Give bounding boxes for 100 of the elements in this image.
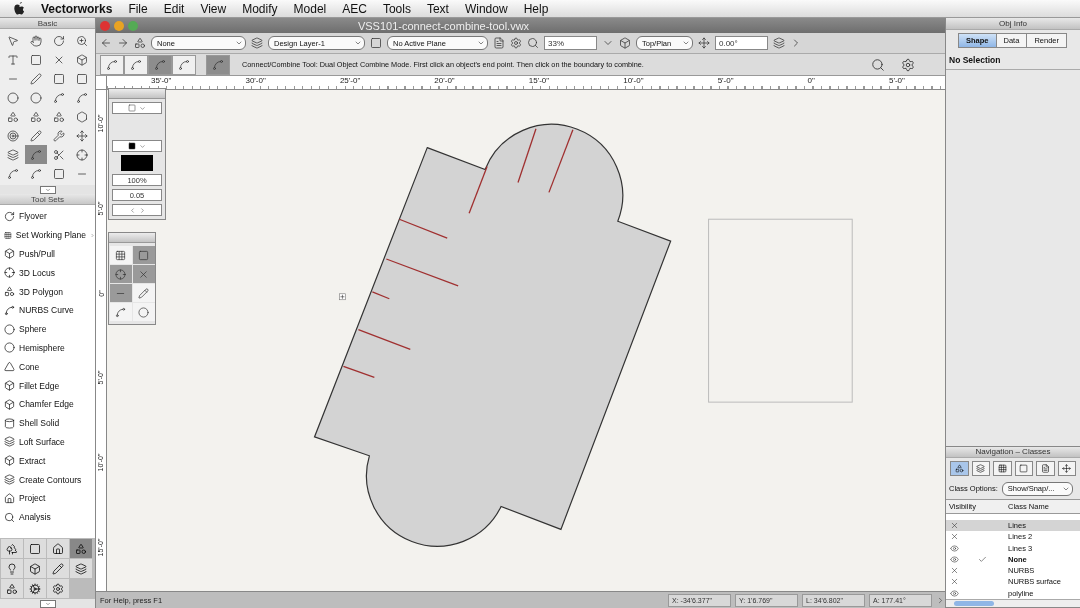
tool-set-button[interactable] — [47, 559, 69, 578]
square-icon — [53, 167, 65, 180]
move-icon — [1062, 463, 1072, 473]
house-icon — [52, 542, 64, 555]
square-icon — [128, 142, 136, 150]
tool-set-item[interactable]: NURBS Curve — [0, 301, 95, 320]
tool-set-item[interactable]: Fillet Edge — [0, 376, 95, 395]
mode-button[interactable] — [148, 54, 172, 75]
tool-set-item[interactable]: Analysis — [0, 507, 95, 527]
tool-set-item[interactable]: Cone — [0, 357, 95, 377]
mode-button[interactable] — [100, 54, 124, 75]
menu-item[interactable]: Tools — [382, 1, 411, 16]
tool-set-item[interactable]: Project — [0, 488, 95, 508]
angle-field[interactable]: 0.00° — [715, 36, 768, 50]
scrollbar-thumb[interactable] — [954, 600, 994, 606]
tool-set-item[interactable]: Flyover — [0, 207, 95, 226]
navigation-tab[interactable] — [950, 460, 969, 476]
snap-button[interactable] — [132, 246, 155, 264]
snap-button[interactable] — [132, 284, 155, 302]
navigation-tab[interactable] — [993, 460, 1012, 476]
navigation-tab[interactable] — [971, 460, 990, 476]
tool-set-item[interactable]: Sphere — [0, 319, 95, 339]
menu-item[interactable]: File — [128, 1, 148, 16]
tool-set-button[interactable] — [70, 539, 92, 558]
curve-icon — [115, 306, 126, 318]
zoom-icon — [76, 34, 88, 47]
menu-item[interactable]: Model — [293, 1, 327, 16]
collapse-button[interactable] — [39, 599, 56, 608]
snap-button[interactable] — [132, 265, 155, 283]
tool-set-item[interactable]: Set Working Plane — [0, 225, 95, 245]
app-menu[interactable]: Vectorworks — [41, 1, 113, 16]
option-button[interactable] — [206, 54, 230, 75]
tool-button[interactable] — [25, 145, 47, 164]
color-swatch[interactable] — [121, 155, 153, 171]
menu-item[interactable]: Modify — [242, 1, 278, 16]
palette-title-bar[interactable] — [109, 89, 165, 99]
tool-set-item[interactable]: Chamfer Edge — [0, 394, 95, 414]
gear-icon — [29, 582, 41, 595]
triangle-icon — [4, 361, 15, 373]
tool-set-button[interactable] — [47, 579, 69, 598]
window-title: VSS101-connect-combine-tool.vwx — [356, 19, 531, 32]
menu-item[interactable]: Text — [426, 1, 449, 16]
tool-set-button[interactable] — [24, 559, 46, 578]
snap-button[interactable] — [109, 246, 132, 264]
navigation-tab[interactable] — [1057, 460, 1076, 476]
cube-icon — [29, 562, 41, 575]
tool-set-button[interactable] — [70, 559, 92, 578]
selection-status: No Selection — [946, 51, 1080, 70]
menu-item[interactable]: Help — [523, 1, 549, 16]
palette-title: Navigation – Classes — [946, 447, 1080, 458]
layers-icon — [251, 37, 263, 49]
tool-set-item[interactable]: Create Contours — [0, 470, 95, 489]
pen-style-dropdown[interactable] — [112, 140, 162, 152]
square-icon — [128, 104, 136, 112]
curve-icon — [130, 58, 142, 71]
apple-logo-icon[interactable] — [14, 2, 25, 15]
pointer-icon — [7, 34, 19, 47]
bulb-icon — [6, 562, 18, 575]
mode-button[interactable] — [172, 54, 196, 75]
gear-icon — [510, 37, 522, 49]
wrench-icon — [53, 129, 65, 142]
snap-button[interactable] — [109, 303, 132, 321]
tool-set-item[interactable]: 3D Polygon — [0, 282, 95, 301]
menu-item[interactable]: AEC — [342, 1, 367, 16]
move-icon — [698, 37, 710, 49]
menu-item[interactable]: Edit — [163, 1, 185, 16]
tool-set-item[interactable]: Push/Pull — [0, 244, 95, 264]
hand-icon — [30, 34, 42, 47]
navigation-tab[interactable] — [1036, 460, 1055, 476]
tool-set-button[interactable] — [1, 559, 23, 578]
tool-set-button[interactable] — [24, 579, 46, 598]
crosshair-icon — [115, 268, 126, 280]
minimize-button[interactable] — [114, 20, 124, 31]
tool-set-button[interactable] — [1, 579, 23, 598]
tool-set-item[interactable]: 3D Locus — [0, 263, 95, 283]
palette-title-bar[interactable] — [109, 233, 155, 243]
snap-button[interactable] — [132, 303, 155, 321]
tool-set-button[interactable] — [47, 539, 69, 558]
arrowhead-control[interactable] — [112, 204, 162, 216]
target-icon — [7, 129, 19, 142]
grid-icon — [997, 463, 1007, 473]
tool-set-button[interactable] — [1, 539, 23, 558]
navigation-tab[interactable] — [1014, 460, 1033, 476]
snap-button[interactable] — [109, 265, 132, 283]
tool-set-item[interactable]: Hemisphere — [0, 338, 95, 358]
text-icon — [7, 53, 19, 66]
fill-style-dropdown[interactable] — [112, 102, 162, 114]
collapse-button[interactable] — [39, 185, 56, 194]
move-icon — [76, 129, 88, 142]
tool-set-button[interactable] — [24, 539, 46, 558]
tool-set-item[interactable]: Shell Solid — [0, 413, 95, 433]
menu-item[interactable]: View — [200, 1, 227, 16]
menu-item[interactable]: Window — [464, 1, 508, 16]
zoom-field[interactable]: 33% — [544, 36, 597, 50]
circle-icon — [7, 91, 19, 104]
layers-icon — [4, 436, 15, 448]
tool-set-item[interactable]: Loft Surface — [0, 432, 95, 452]
mode-button[interactable] — [124, 54, 148, 75]
shapes-icon — [134, 37, 146, 49]
tool-set-item[interactable]: Extract — [0, 451, 95, 471]
